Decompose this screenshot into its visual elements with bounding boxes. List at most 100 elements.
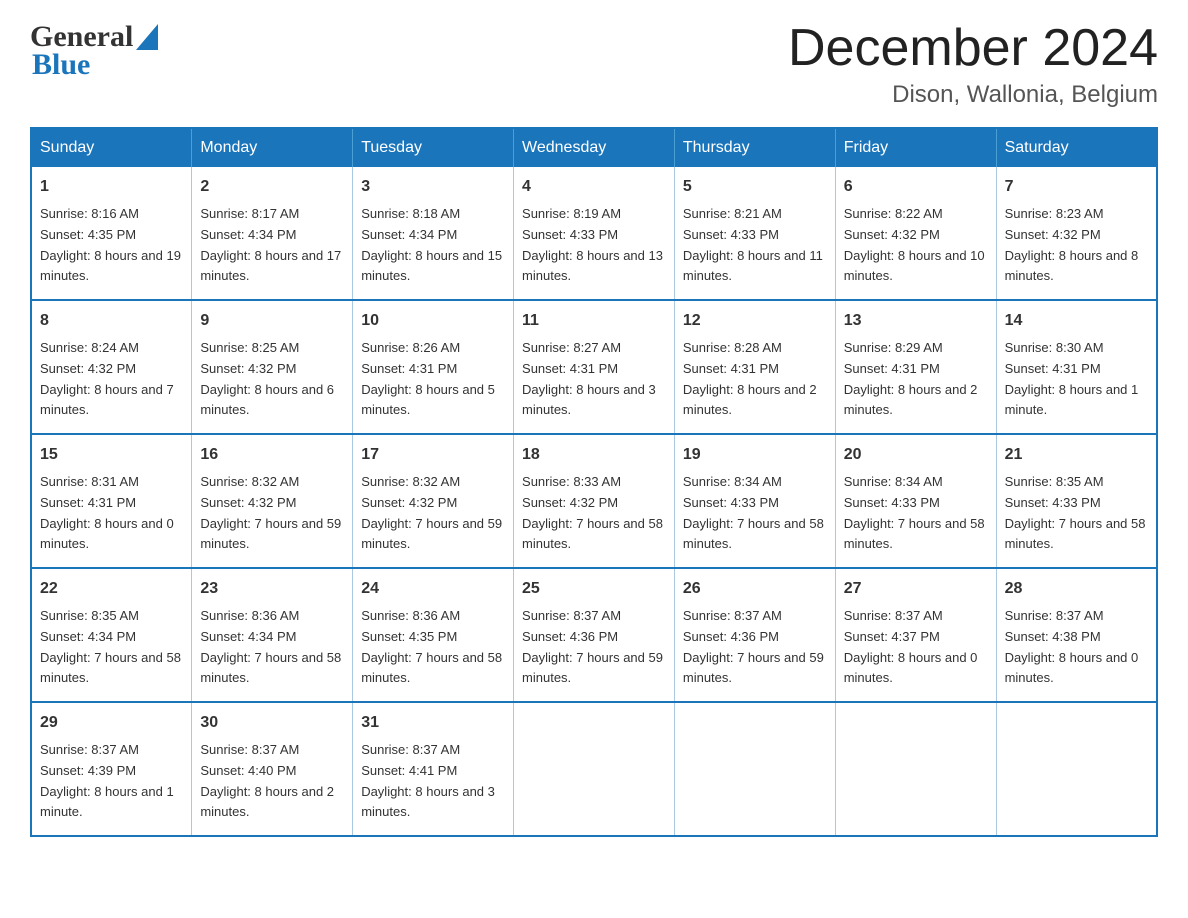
day-info: Sunrise: 8:19 AMSunset: 4:33 PMDaylight:… [522,204,666,287]
day-number: 9 [200,309,344,334]
day-info: Sunrise: 8:32 AMSunset: 4:32 PMDaylight:… [200,472,344,555]
calendar-cell: 5Sunrise: 8:21 AMSunset: 4:33 PMDaylight… [674,167,835,300]
calendar-week-row: 29 Sunrise: 8:37 AMSunset: 4:39 PMDayligh… [31,702,1157,836]
page-header: General Blue December 2024 Dison, Wallon… [30,20,1158,109]
calendar-cell: 11Sunrise: 8:27 AMSunset: 4:31 PMDayligh… [514,300,675,434]
weekday-header-saturday: Saturday [996,128,1157,167]
day-info: Sunrise: 8:36 AMSunset: 4:34 PMDaylight:… [200,606,344,689]
calendar-cell: 24 Sunrise: 8:36 AMSunset: 4:35 PMDayligh… [353,568,514,702]
weekday-header-thursday: Thursday [674,128,835,167]
day-number: 22 [40,577,183,602]
day-info: Sunrise: 8:17 AMSunset: 4:34 PMDaylight:… [200,204,344,287]
calendar-week-row: 15 Sunrise: 8:31 AMSunset: 4:31 PMDayligh… [31,434,1157,568]
calendar-cell: 19 Sunrise: 8:34 AMSunset: 4:33 PMDayligh… [674,434,835,568]
logo-triangle-icon [136,24,158,50]
day-number: 15 [40,443,183,468]
calendar-cell: 14Sunrise: 8:30 AMSunset: 4:31 PMDayligh… [996,300,1157,434]
calendar-cell [674,702,835,836]
day-number: 24 [361,577,505,602]
logo: General Blue [30,20,158,82]
calendar-cell: 22 Sunrise: 8:35 AMSunset: 4:34 PMDayligh… [31,568,192,702]
day-number: 4 [522,175,666,200]
day-number: 26 [683,577,827,602]
day-number: 28 [1005,577,1148,602]
day-info: Sunrise: 8:36 AMSunset: 4:35 PMDaylight:… [361,606,505,689]
day-info: Sunrise: 8:37 AMSunset: 4:36 PMDaylight:… [522,606,666,689]
calendar-table: SundayMondayTuesdayWednesdayThursdayFrid… [30,127,1158,837]
day-number: 7 [1005,175,1148,200]
calendar-cell [835,702,996,836]
calendar-cell: 29 Sunrise: 8:37 AMSunset: 4:39 PMDayligh… [31,702,192,836]
calendar-cell: 16 Sunrise: 8:32 AMSunset: 4:32 PMDayligh… [192,434,353,568]
day-info: Sunrise: 8:35 AMSunset: 4:33 PMDaylight:… [1005,472,1148,555]
day-info: Sunrise: 8:31 AMSunset: 4:31 PMDaylight:… [40,472,183,555]
day-info: Sunrise: 8:37 AMSunset: 4:41 PMDaylight:… [361,740,505,823]
day-info: Sunrise: 8:37 AMSunset: 4:37 PMDaylight:… [844,606,988,689]
day-info: Sunrise: 8:27 AMSunset: 4:31 PMDaylight:… [522,338,666,421]
calendar-cell: 31 Sunrise: 8:37 AMSunset: 4:41 PMDayligh… [353,702,514,836]
day-info: Sunrise: 8:23 AMSunset: 4:32 PMDaylight:… [1005,204,1148,287]
day-info: Sunrise: 8:21 AMSunset: 4:33 PMDaylight:… [683,204,827,287]
calendar-cell: 26 Sunrise: 8:37 AMSunset: 4:36 PMDayligh… [674,568,835,702]
calendar-week-row: 22 Sunrise: 8:35 AMSunset: 4:34 PMDayligh… [31,568,1157,702]
day-number: 6 [844,175,988,200]
day-number: 19 [683,443,827,468]
calendar-cell: 9Sunrise: 8:25 AMSunset: 4:32 PMDaylight… [192,300,353,434]
day-number: 18 [522,443,666,468]
calendar-cell: 20 Sunrise: 8:34 AMSunset: 4:33 PMDayligh… [835,434,996,568]
day-info: Sunrise: 8:32 AMSunset: 4:32 PMDaylight:… [361,472,505,555]
calendar-cell: 30 Sunrise: 8:37 AMSunset: 4:40 PMDayligh… [192,702,353,836]
day-number: 17 [361,443,505,468]
day-number: 10 [361,309,505,334]
day-info: Sunrise: 8:16 AMSunset: 4:35 PMDaylight:… [40,204,183,287]
day-number: 2 [200,175,344,200]
weekday-header-tuesday: Tuesday [353,128,514,167]
calendar-cell: 4 Sunrise: 8:19 AMSunset: 4:33 PMDaylight… [514,167,675,300]
calendar-cell: 23 Sunrise: 8:36 AMSunset: 4:34 PMDayligh… [192,568,353,702]
calendar-week-row: 8 Sunrise: 8:24 AMSunset: 4:32 PMDaylight… [31,300,1157,434]
day-number: 1 [40,175,183,200]
logo-text-blue: Blue [30,48,90,82]
calendar-cell: 2 Sunrise: 8:17 AMSunset: 4:34 PMDaylight… [192,167,353,300]
day-number: 21 [1005,443,1148,468]
day-info: Sunrise: 8:37 AMSunset: 4:40 PMDaylight:… [200,740,344,823]
calendar-cell: 3Sunrise: 8:18 AMSunset: 4:34 PMDaylight… [353,167,514,300]
calendar-week-row: 1 Sunrise: 8:16 AMSunset: 4:35 PMDaylight… [31,167,1157,300]
weekday-header-row: SundayMondayTuesdayWednesdayThursdayFrid… [31,128,1157,167]
day-info: Sunrise: 8:35 AMSunset: 4:34 PMDaylight:… [40,606,183,689]
day-number: 13 [844,309,988,334]
location-subtitle: Dison, Wallonia, Belgium [788,81,1158,109]
calendar-cell: 17 Sunrise: 8:32 AMSunset: 4:32 PMDayligh… [353,434,514,568]
day-info: Sunrise: 8:24 AMSunset: 4:32 PMDaylight:… [40,338,183,421]
day-number: 31 [361,711,505,736]
calendar-cell: 27 Sunrise: 8:37 AMSunset: 4:37 PMDayligh… [835,568,996,702]
calendar-cell: 10 Sunrise: 8:26 AMSunset: 4:31 PMDayligh… [353,300,514,434]
day-number: 16 [200,443,344,468]
weekday-header-monday: Monday [192,128,353,167]
day-info: Sunrise: 8:37 AMSunset: 4:39 PMDaylight:… [40,740,183,823]
calendar-cell: 18 Sunrise: 8:33 AMSunset: 4:32 PMDayligh… [514,434,675,568]
day-info: Sunrise: 8:34 AMSunset: 4:33 PMDaylight:… [844,472,988,555]
day-number: 14 [1005,309,1148,334]
month-title: December 2024 [788,20,1158,77]
day-number: 20 [844,443,988,468]
title-section: December 2024 Dison, Wallonia, Belgium [788,20,1158,109]
day-number: 3 [361,175,505,200]
day-number: 30 [200,711,344,736]
day-info: Sunrise: 8:26 AMSunset: 4:31 PMDaylight:… [361,338,505,421]
calendar-cell: 8 Sunrise: 8:24 AMSunset: 4:32 PMDaylight… [31,300,192,434]
day-number: 29 [40,711,183,736]
calendar-cell: 28 Sunrise: 8:37 AMSunset: 4:38 PMDayligh… [996,568,1157,702]
day-info: Sunrise: 8:37 AMSunset: 4:38 PMDaylight:… [1005,606,1148,689]
day-info: Sunrise: 8:37 AMSunset: 4:36 PMDaylight:… [683,606,827,689]
weekday-header-wednesday: Wednesday [514,128,675,167]
calendar-cell: 25 Sunrise: 8:37 AMSunset: 4:36 PMDayligh… [514,568,675,702]
day-info: Sunrise: 8:34 AMSunset: 4:33 PMDaylight:… [683,472,827,555]
calendar-cell: 15 Sunrise: 8:31 AMSunset: 4:31 PMDayligh… [31,434,192,568]
day-number: 25 [522,577,666,602]
day-number: 27 [844,577,988,602]
calendar-cell: 21 Sunrise: 8:35 AMSunset: 4:33 PMDayligh… [996,434,1157,568]
day-info: Sunrise: 8:33 AMSunset: 4:32 PMDaylight:… [522,472,666,555]
day-number: 23 [200,577,344,602]
day-number: 8 [40,309,183,334]
